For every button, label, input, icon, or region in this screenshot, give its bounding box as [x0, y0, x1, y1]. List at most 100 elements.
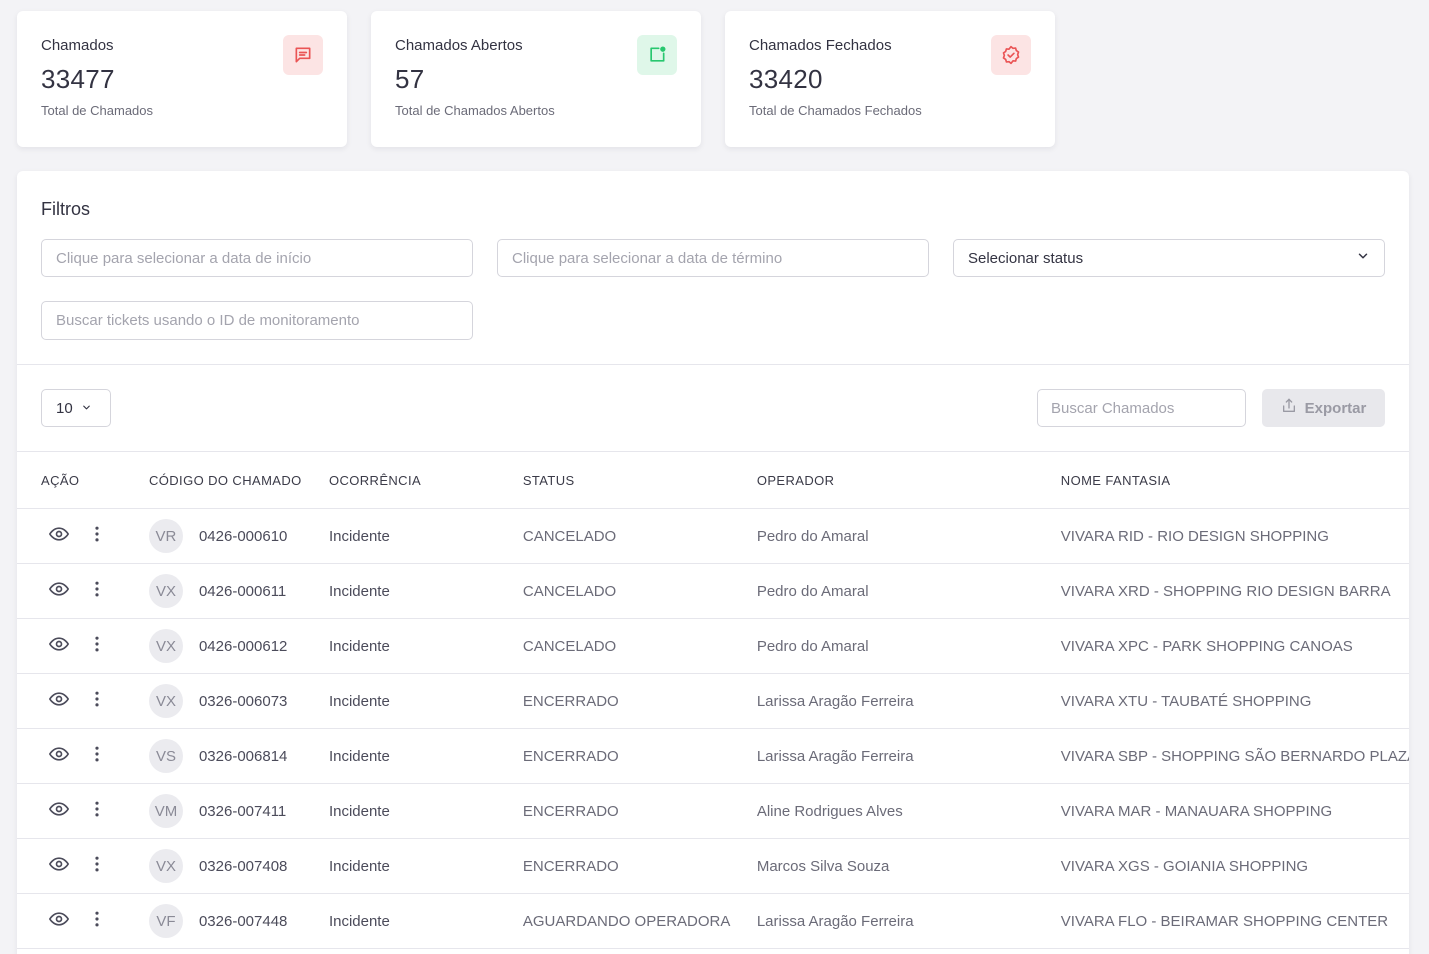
filters-title: Filtros: [41, 199, 90, 219]
notification-square-icon: [637, 35, 677, 75]
card-value: 33477: [41, 64, 115, 94]
status-cell: ENCERRADO: [522, 783, 757, 839]
occurrence-cell: Incidente: [328, 508, 523, 564]
avatar: VR: [148, 519, 183, 553]
status-cell: ENCERRADO: [522, 673, 757, 729]
more-vertical-icon[interactable]: [87, 744, 107, 768]
table-row: VX 0326-006073 Incidente ENCERRADO Laris…: [17, 673, 1409, 729]
avatar: VX: [148, 629, 183, 663]
column-header-ocorrencia[interactable]: OCORRÊNCIA: [328, 451, 523, 509]
card-chamados: Chamados 33477 Total de Chamados: [17, 11, 347, 147]
card-chamados-fechados: Chamados Fechados 33420 Total de Chamado…: [725, 11, 1055, 147]
code-cell: VX 0426-000612: [148, 618, 329, 674]
ticket-code[interactable]: 0326-007411: [199, 803, 286, 820]
more-vertical-icon[interactable]: [87, 634, 107, 658]
eye-icon[interactable]: [49, 579, 69, 603]
occurrence-cell: Incidente: [328, 673, 523, 729]
column-header-status[interactable]: STATUS: [522, 451, 757, 509]
card-value: 57: [395, 64, 425, 94]
summary-cards: Chamados 33477 Total de Chamados Chamado…: [17, 11, 1055, 147]
ticket-code[interactable]: 0326-006814: [199, 748, 287, 765]
more-vertical-icon[interactable]: [87, 909, 107, 933]
monitor-id-search-placeholder: Buscar tickets usando o ID de monitorame…: [56, 312, 360, 329]
eye-icon[interactable]: [49, 634, 69, 658]
store-name-cell: VIVARA XPC - PARK SHOPPING CANOAS: [1060, 618, 1409, 674]
export-label: Exportar: [1304, 399, 1367, 417]
share-icon: [1281, 398, 1297, 418]
actions-cell: [17, 618, 149, 674]
occurrence-cell: Incidente: [328, 728, 523, 784]
table-row: VR 0426-000610 Incidente CANCELADO Pedro…: [17, 508, 1409, 564]
avatar: VF: [148, 904, 183, 938]
store-name-cell: VIVARA FLO - BEIRAMAR SHOPPING CENTER: [1060, 893, 1409, 949]
code-cell: VX 0326-006073: [148, 673, 329, 729]
card-title: Chamados Abertos: [395, 37, 523, 54]
more-vertical-icon[interactable]: [87, 689, 107, 713]
ticket-code[interactable]: 0426-000611: [199, 583, 286, 600]
actions-cell: [17, 893, 149, 949]
eye-icon[interactable]: [49, 909, 69, 933]
code-cell: VX 0326-007408: [148, 838, 329, 894]
end-date-placeholder: Clique para selecionar a data de término: [512, 249, 783, 267]
more-vertical-icon[interactable]: [87, 854, 107, 878]
eye-icon[interactable]: [49, 854, 69, 878]
operator-cell: Larissa Aragão Ferreira: [756, 728, 1061, 784]
status-cell: CANCELADO: [522, 563, 757, 619]
column-header-operador[interactable]: OPERADOR: [756, 451, 1061, 509]
tickets-table: AÇÃO CÓDIGO DO CHAMADO OCORRÊNCIA STATUS…: [17, 451, 1409, 949]
card-chamados-abertos: Chamados Abertos 57 Total de Chamados Ab…: [371, 11, 701, 147]
eye-icon[interactable]: [49, 689, 69, 713]
more-vertical-icon[interactable]: [87, 524, 107, 548]
table-row: VX 0326-007408 Incidente ENCERRADO Marco…: [17, 838, 1409, 894]
message-square-icon: [283, 35, 323, 75]
ticket-code[interactable]: 0426-000612: [199, 638, 287, 655]
eye-icon[interactable]: [49, 799, 69, 823]
monitor-id-search-input[interactable]: Buscar tickets usando o ID de monitorame…: [41, 301, 473, 340]
page-size-select[interactable]: 10: [41, 389, 111, 427]
table-row: VS 0326-006814 Incidente ENCERRADO Laris…: [17, 728, 1409, 784]
table-row: VF 0326-007448 Incidente AGUARDANDO OPER…: [17, 893, 1409, 949]
code-cell: VM 0326-007411: [148, 783, 329, 839]
tickets-panel: Filtros Clique para selecionar a data de…: [17, 171, 1409, 954]
ticket-code[interactable]: 0326-006073: [199, 693, 287, 710]
ticket-code[interactable]: 0426-000610: [199, 528, 287, 545]
ticket-code[interactable]: 0326-007408: [199, 858, 287, 875]
occurrence-cell: Incidente: [328, 783, 523, 839]
search-tickets-placeholder: Buscar Chamados: [1051, 399, 1175, 417]
start-date-placeholder: Clique para selecionar a data de início: [56, 249, 312, 267]
operator-cell: Pedro do Amaral: [756, 563, 1061, 619]
status-cell: CANCELADO: [522, 508, 757, 564]
ticket-code[interactable]: 0326-007448: [199, 913, 287, 930]
actions-cell: [17, 838, 149, 894]
more-vertical-icon[interactable]: [87, 799, 107, 823]
code-cell: VF 0326-007448: [148, 893, 329, 949]
store-name-cell: VIVARA XTU - TAUBATÉ SHOPPING: [1060, 673, 1409, 729]
end-date-input[interactable]: Clique para selecionar a data de término: [497, 239, 929, 277]
avatar: VX: [148, 849, 183, 883]
avatar: VS: [148, 739, 183, 773]
column-header-codigo[interactable]: CÓDIGO DO CHAMADO: [148, 451, 329, 509]
search-tickets-input[interactable]: Buscar Chamados: [1037, 389, 1246, 427]
more-vertical-icon[interactable]: [87, 579, 107, 603]
chevron-down-icon: [81, 400, 92, 417]
store-name-cell: VIVARA RID - RIO DESIGN SHOPPING: [1060, 508, 1409, 564]
occurrence-cell: Incidente: [328, 838, 523, 894]
column-header-acao[interactable]: AÇÃO: [17, 451, 149, 509]
avatar: VM: [148, 794, 183, 828]
status-cell: CANCELADO: [522, 618, 757, 674]
operator-cell: Marcos Silva Souza: [756, 838, 1061, 894]
start-date-input[interactable]: Clique para selecionar a data de início: [41, 239, 473, 277]
page-size-value: 10: [56, 399, 73, 417]
actions-cell: [17, 728, 149, 784]
code-cell: VR 0426-000610: [148, 508, 329, 564]
status-select[interactable]: Selecionar status: [953, 239, 1385, 277]
table-row: VM 0326-007411 Incidente ENCERRADO Aline…: [17, 783, 1409, 839]
status-cell: ENCERRADO: [522, 728, 757, 784]
avatar: VX: [148, 684, 183, 718]
status-select-value: Selecionar status: [968, 249, 1084, 267]
export-button[interactable]: Exportar: [1262, 389, 1385, 427]
column-header-nome-fantasia[interactable]: NOME FANTASIA: [1060, 451, 1409, 509]
eye-icon[interactable]: [49, 524, 69, 548]
occurrence-cell: Incidente: [328, 893, 523, 949]
eye-icon[interactable]: [49, 744, 69, 768]
